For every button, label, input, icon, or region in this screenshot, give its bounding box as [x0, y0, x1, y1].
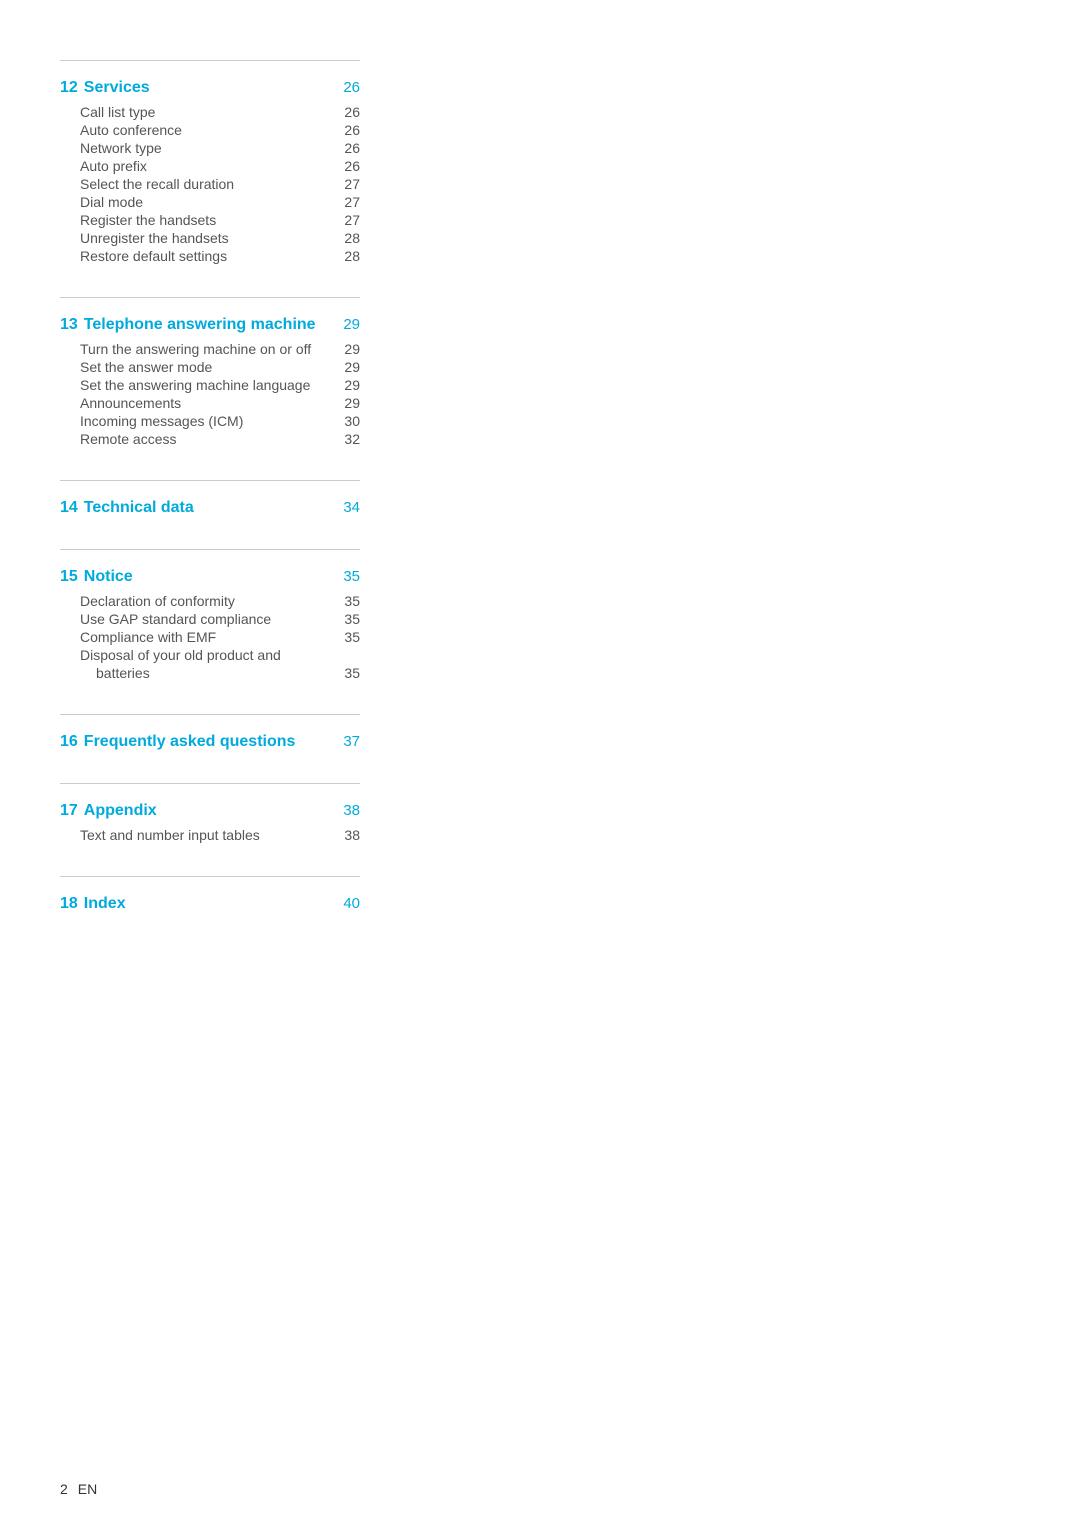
section-header-16: 16Frequently asked questions 37: [60, 733, 360, 751]
list-item: Dial mode 27: [60, 193, 360, 211]
list-item: Incoming messages (ICM) 30: [60, 412, 360, 430]
section-divider-17: [60, 783, 360, 784]
section-divider-16: [60, 714, 360, 715]
footer-page-number: 2: [60, 1481, 68, 1497]
section-title-13[interactable]: 13Telephone answering machine: [60, 316, 316, 334]
list-item: Compliance with EMF 35: [60, 628, 360, 646]
section-items-15: Declaration of conformity 35 Use GAP sta…: [60, 592, 360, 682]
section-items-12: Call list type 26 Auto conference 26 Net…: [60, 103, 360, 265]
section-header-15: 15Notice 35: [60, 568, 360, 586]
section-14: 14Technical data 34: [60, 480, 360, 517]
section-title-15[interactable]: 15Notice: [60, 568, 133, 586]
section-12: 12Services 26 Call list type 26 Auto con…: [60, 60, 360, 265]
section-title-17[interactable]: 17Appendix: [60, 802, 157, 820]
section-title-14[interactable]: 14Technical data: [60, 499, 194, 517]
list-item: Select the recall duration 27: [60, 175, 360, 193]
table-of-contents: 12Services 26 Call list type 26 Auto con…: [0, 0, 420, 1005]
section-title-16[interactable]: 16Frequently asked questions: [60, 733, 295, 751]
section-header-17: 17Appendix 38: [60, 802, 360, 820]
list-item: Remote access 32: [60, 430, 360, 448]
list-item: Use GAP standard compliance 35: [60, 610, 360, 628]
section-title-12[interactable]: 12Services: [60, 79, 150, 97]
list-item: Register the handsets 27: [60, 211, 360, 229]
list-item: Network type 26: [60, 139, 360, 157]
list-item: Unregister the handsets 28: [60, 229, 360, 247]
section-15: 15Notice 35 Declaration of conformity 35…: [60, 549, 360, 682]
list-item: Declaration of conformity 35: [60, 592, 360, 610]
section-13: 13Telephone answering machine 29 Turn th…: [60, 297, 360, 448]
list-item: Restore default settings 28: [60, 247, 360, 265]
section-divider-18: [60, 876, 360, 877]
page-footer: 2 EN: [60, 1481, 97, 1497]
list-item: Auto conference 26: [60, 121, 360, 139]
list-item: Announcements 29: [60, 394, 360, 412]
list-item: Set the answering machine language 29: [60, 376, 360, 394]
section-items-13: Turn the answering machine on or off 29 …: [60, 340, 360, 448]
footer-language: EN: [78, 1481, 97, 1497]
section-divider-12: [60, 60, 360, 61]
list-item: Disposal of your old product and: [60, 646, 360, 664]
section-16: 16Frequently asked questions 37: [60, 714, 360, 751]
section-header-18: 18Index 40: [60, 895, 360, 913]
list-item: batteries 35: [60, 664, 360, 682]
section-18: 18Index 40: [60, 876, 360, 913]
section-items-17: Text and number input tables 38: [60, 826, 360, 844]
section-header-13: 13Telephone answering machine 29: [60, 316, 360, 334]
section-17: 17Appendix 38 Text and number input tabl…: [60, 783, 360, 844]
list-item: Auto prefix 26: [60, 157, 360, 175]
section-divider-13: [60, 297, 360, 298]
section-divider-14: [60, 480, 360, 481]
section-title-18[interactable]: 18Index: [60, 895, 126, 913]
list-item: Set the answer mode 29: [60, 358, 360, 376]
section-divider-15: [60, 549, 360, 550]
list-item: Call list type 26: [60, 103, 360, 121]
list-item: Turn the answering machine on or off 29: [60, 340, 360, 358]
section-header-12: 12Services 26: [60, 79, 360, 97]
list-item: Text and number input tables 38: [60, 826, 360, 844]
section-header-14: 14Technical data 34: [60, 499, 360, 517]
